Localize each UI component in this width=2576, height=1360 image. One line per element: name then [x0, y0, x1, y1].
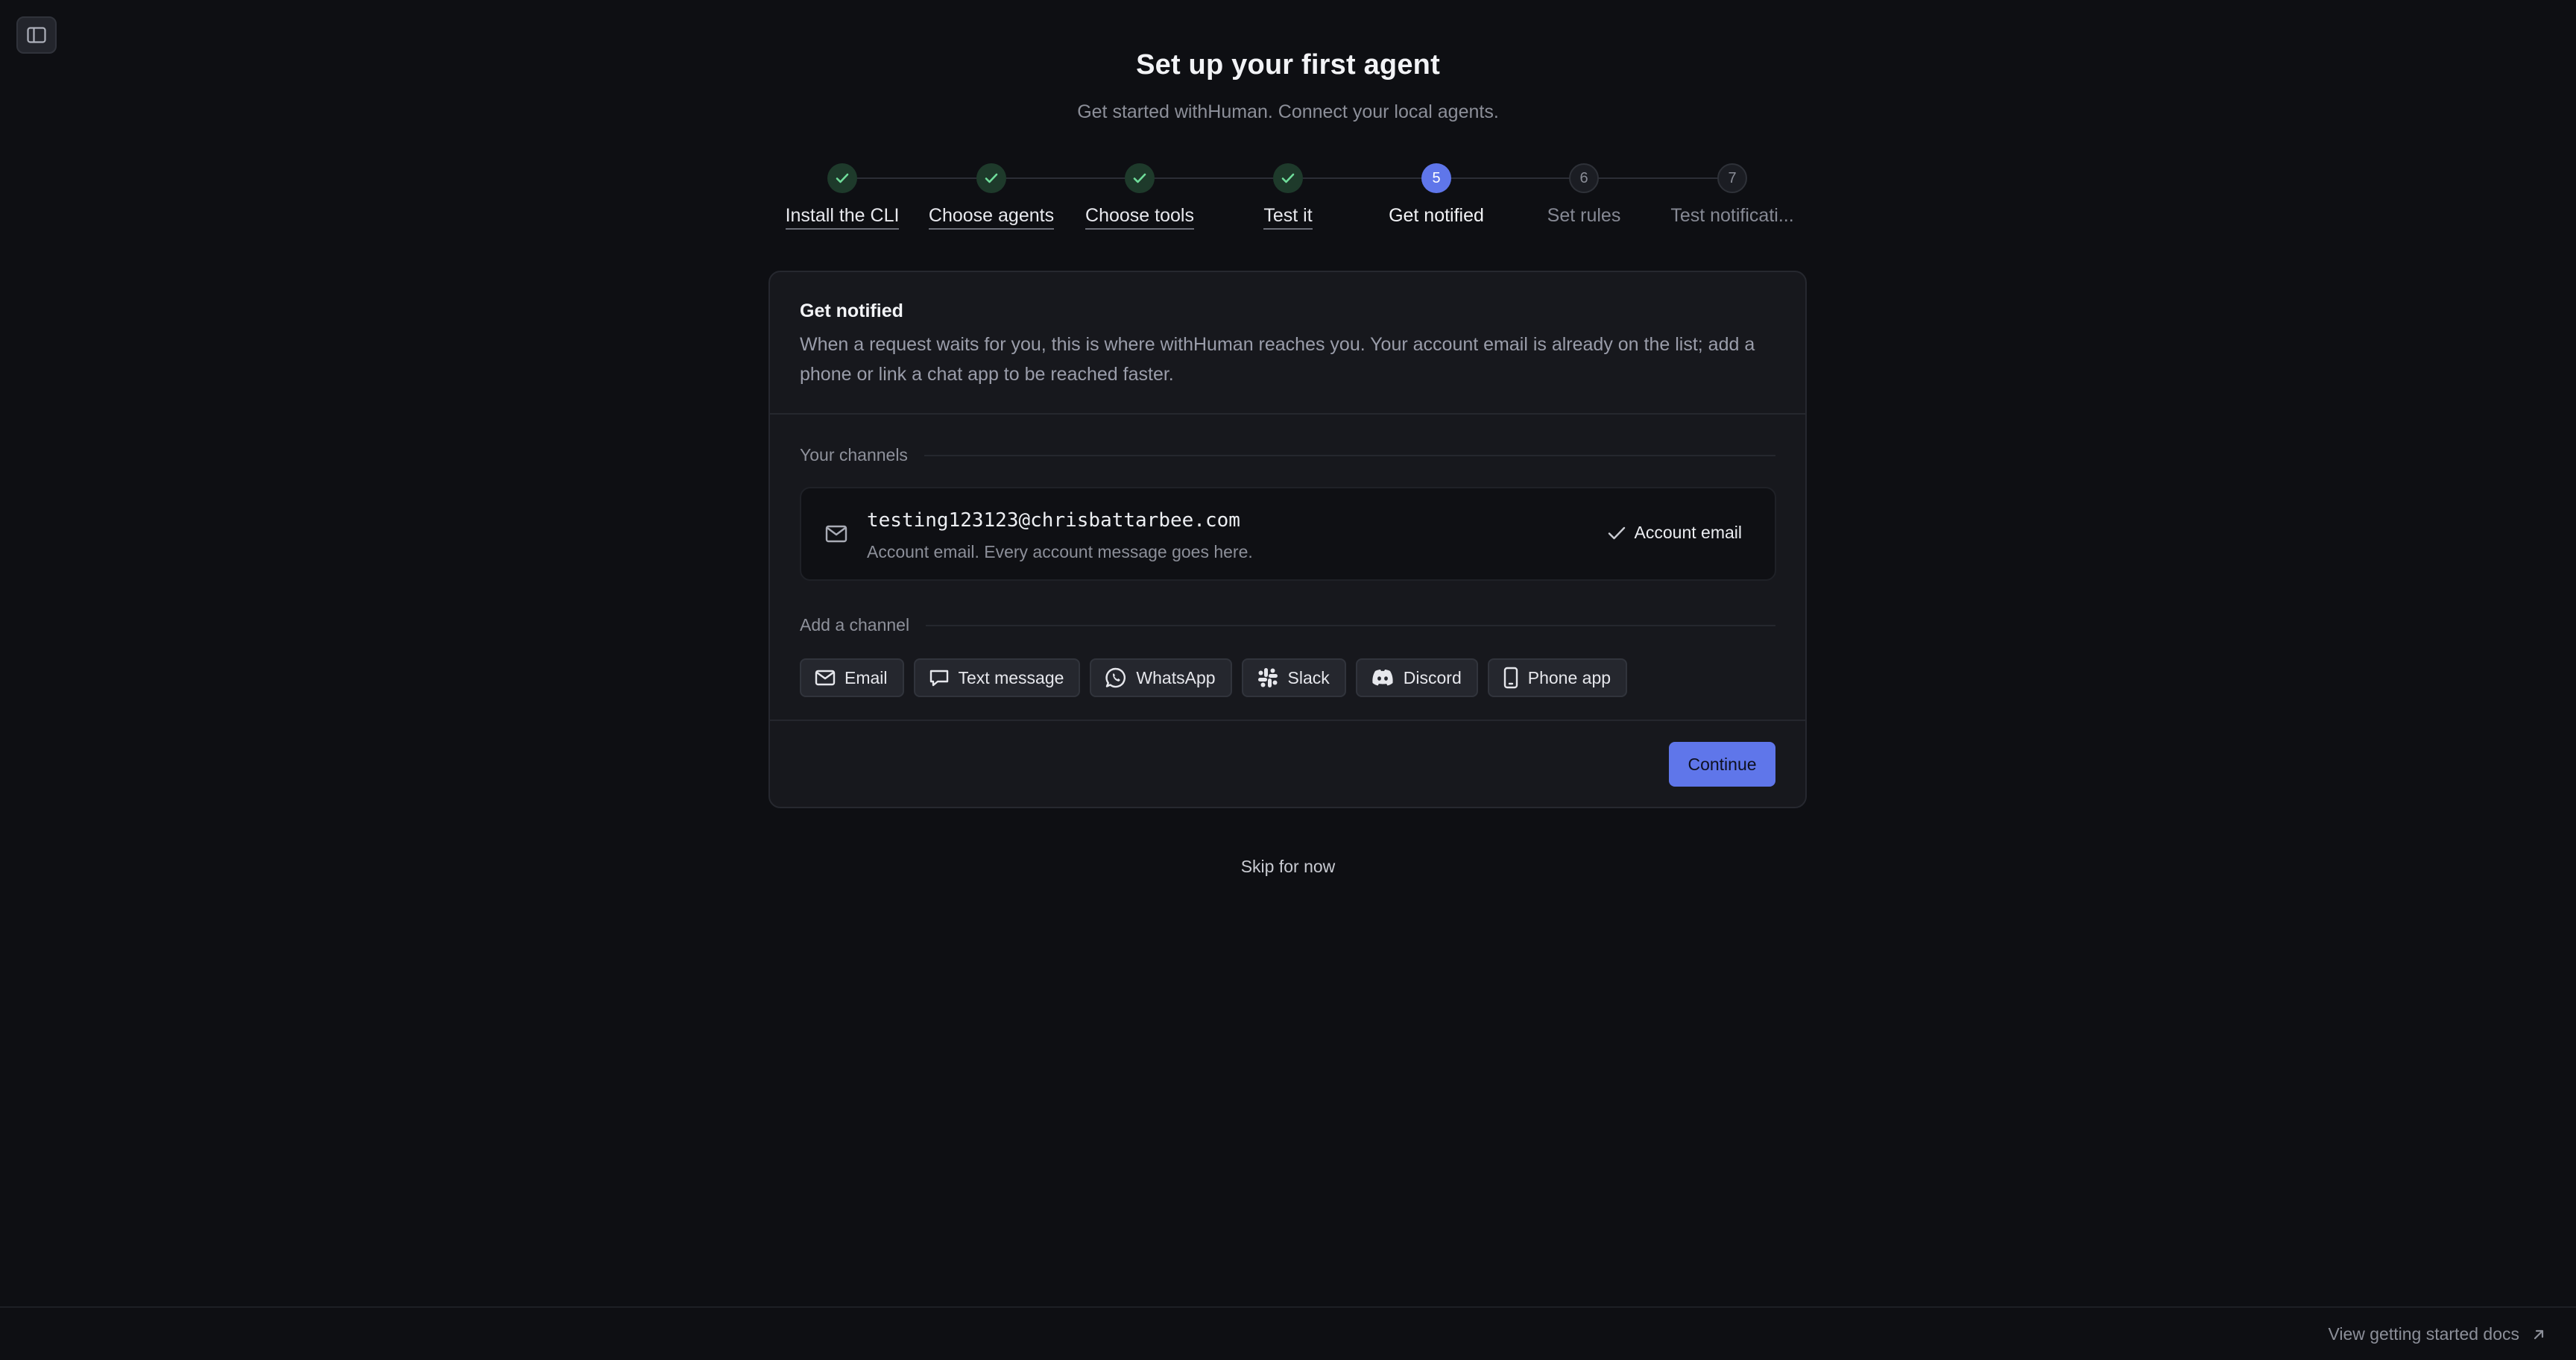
notification-card: Get notified When a request waits for yo…	[768, 271, 1807, 808]
channel-row-account-email: testing123123@chrisbattarbee.com Account…	[800, 487, 1776, 581]
channel-description: Account email. Every account message goe…	[867, 542, 1253, 561]
step-test-it[interactable]: Test it	[1213, 163, 1363, 230]
card-header: Get notified When a request waits for yo…	[770, 272, 1805, 415]
step-label: Set rules	[1547, 205, 1621, 226]
check-icon	[1125, 163, 1155, 193]
section-label: Add a channel	[800, 615, 910, 635]
slack-icon	[1257, 668, 1278, 687]
step-choose-agents[interactable]: Choose agents	[917, 163, 1066, 230]
card-title: Get notified	[800, 300, 903, 321]
chip-label: Discord	[1403, 667, 1462, 687]
add-email-button[interactable]: Email	[800, 658, 904, 697]
stepper: Install the CLI Choose agents Choose too…	[0, 0, 2576, 246]
step-set-rules[interactable]: 6 Set rules	[1509, 163, 1658, 228]
external-link-icon	[2534, 1329, 2544, 1339]
step-number: 5	[1421, 163, 1451, 193]
step-label: Test it	[1263, 205, 1313, 230]
check-icon	[976, 163, 1006, 193]
phone-icon	[1503, 667, 1518, 689]
step-number: 7	[1717, 163, 1747, 193]
page-footer: View getting started docs	[0, 1306, 2576, 1360]
skip-for-now-link[interactable]: Skip for now	[0, 857, 2576, 877]
chip-label: Email	[845, 667, 888, 687]
add-whatsapp-button[interactable]: WhatsApp	[1090, 658, 1232, 697]
step-number: 6	[1569, 163, 1599, 193]
mail-icon	[815, 670, 836, 686]
whatsapp-icon	[1105, 667, 1126, 688]
card-description: When a request waits for you, this is wh…	[800, 334, 1755, 385]
step-choose-tools[interactable]: Choose tools	[1065, 163, 1214, 230]
divider	[926, 624, 1775, 626]
step-test-notifications[interactable]: 7 Test notificati...	[1658, 163, 1807, 228]
add-text-message-button[interactable]: Text message	[913, 658, 1081, 697]
chip-label: WhatsApp	[1136, 667, 1216, 687]
step-label: Install the CLI	[785, 205, 900, 230]
badge-label: Account email	[1634, 523, 1742, 542]
divider	[924, 454, 1775, 456]
message-icon	[929, 670, 948, 687]
docs-link-label: View getting started docs	[2328, 1324, 2519, 1344]
add-slack-button[interactable]: Slack	[1241, 658, 1346, 697]
check-icon	[1608, 526, 1625, 539]
account-email-badge: Account email	[1608, 523, 1742, 543]
your-channels-section: Your channels	[800, 445, 1775, 465]
card-footer: Continue	[770, 720, 1805, 807]
step-get-notified[interactable]: 5 Get notified	[1362, 163, 1511, 228]
step-label: Choose tools	[1085, 205, 1194, 230]
chip-label: Slack	[1287, 667, 1330, 687]
check-icon	[1273, 163, 1303, 193]
add-discord-button[interactable]: Discord	[1355, 658, 1478, 697]
add-channel-section: Add a channel	[800, 615, 1775, 635]
continue-button[interactable]: Continue	[1669, 742, 1775, 787]
step-label: Get notified	[1389, 205, 1484, 226]
chip-label: Text message	[958, 667, 1064, 687]
discord-icon	[1372, 670, 1393, 686]
view-docs-link[interactable]: View getting started docs	[2328, 1324, 2546, 1344]
step-install-cli[interactable]: Install the CLI	[768, 163, 917, 230]
add-phone-app-button[interactable]: Phone app	[1487, 658, 1628, 697]
channel-email: testing123123@chrisbattarbee.com	[867, 509, 1240, 532]
section-label: Your channels	[800, 445, 908, 465]
chip-label: Phone app	[1527, 667, 1611, 687]
step-label: Test notificati...	[1670, 205, 1794, 226]
add-channel-options: Email Text message WhatsApp Slack Discor…	[800, 658, 1628, 697]
mail-icon	[825, 525, 847, 543]
step-label: Choose agents	[928, 205, 1055, 230]
check-icon	[827, 163, 857, 193]
